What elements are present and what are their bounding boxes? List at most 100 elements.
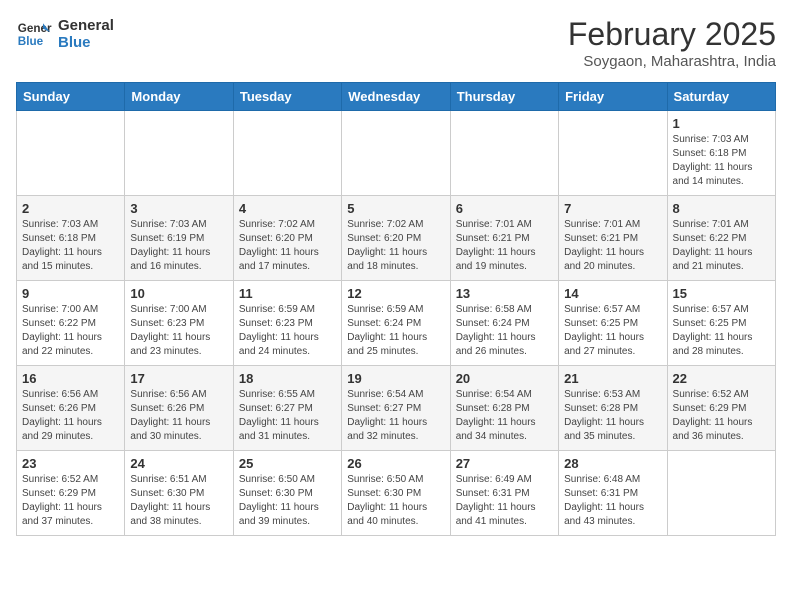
- day-of-week-header: Sunday: [17, 83, 125, 111]
- day-info: Sunrise: 7:02 AM Sunset: 6:20 PM Dayligh…: [347, 218, 444, 274]
- day-info: Sunrise: 7:01 AM Sunset: 6:21 PM Dayligh…: [564, 218, 661, 274]
- location-title: Soygaon, Maharashtra, India: [568, 53, 776, 70]
- calendar-cell: [667, 451, 775, 536]
- day-info: Sunrise: 7:03 AM Sunset: 6:19 PM Dayligh…: [130, 218, 227, 274]
- calendar-week-row: 1 Sunrise: 7:03 AM Sunset: 6:18 PM Daylig…: [17, 111, 776, 196]
- day-of-week-header: Monday: [125, 83, 233, 111]
- day-number: 22: [673, 371, 770, 386]
- calendar-week-row: 2Sunrise: 7:03 AM Sunset: 6:18 PM Daylig…: [17, 196, 776, 281]
- day-info: Sunrise: 6:57 AM Sunset: 6:25 PM Dayligh…: [564, 303, 661, 359]
- calendar-cell: [125, 111, 233, 196]
- day-info: Sunrise: 7:02 AM Sunset: 6:20 PM Dayligh…: [239, 218, 336, 274]
- calendar-cell: 2Sunrise: 7:03 AM Sunset: 6:18 PM Daylig…: [17, 196, 125, 281]
- day-number: 23: [22, 456, 119, 471]
- day-number: 18: [239, 371, 336, 386]
- day-info: Sunrise: 6:59 AM Sunset: 6:23 PM Dayligh…: [239, 303, 336, 359]
- day-info: Sunrise: 6:57 AM Sunset: 6:25 PM Dayligh…: [673, 303, 770, 359]
- day-number: 21: [564, 371, 661, 386]
- day-info: Sunrise: 6:50 AM Sunset: 6:30 PM Dayligh…: [239, 473, 336, 529]
- day-info: Sunrise: 6:59 AM Sunset: 6:24 PM Dayligh…: [347, 303, 444, 359]
- day-of-week-header: Tuesday: [233, 83, 341, 111]
- calendar-table: SundayMondayTuesdayWednesdayThursdayFrid…: [16, 82, 776, 536]
- calendar-cell: 8 Sunrise: 7:01 AM Sunset: 6:22 PM Daylig…: [667, 196, 775, 281]
- day-info: Sunrise: 6:56 AM Sunset: 6:26 PM Dayligh…: [22, 388, 119, 444]
- calendar-cell: 10 Sunrise: 7:00 AM Sunset: 6:23 PM Dayli…: [125, 281, 233, 366]
- day-of-week-header: Friday: [559, 83, 667, 111]
- calendar-cell: 6 Sunrise: 7:01 AM Sunset: 6:21 PM Daylig…: [450, 196, 558, 281]
- calendar-cell: 19 Sunrise: 6:54 AM Sunset: 6:27 PM Dayli…: [342, 366, 450, 451]
- day-of-week-header: Saturday: [667, 83, 775, 111]
- day-number: 16: [22, 371, 119, 386]
- calendar-cell: 18 Sunrise: 6:55 AM Sunset: 6:27 PM Dayli…: [233, 366, 341, 451]
- day-info: Sunrise: 7:03 AM Sunset: 6:18 PM Dayligh…: [22, 218, 119, 274]
- svg-text:Blue: Blue: [18, 35, 44, 48]
- day-number: 17: [130, 371, 227, 386]
- month-title: February 2025: [568, 16, 776, 53]
- calendar-cell: [342, 111, 450, 196]
- day-number: 25: [239, 456, 336, 471]
- calendar-week-row: 23 Sunrise: 6:52 AM Sunset: 6:29 PM Dayli…: [17, 451, 776, 536]
- page-header: General Blue GeneralBlue February 2025 S…: [16, 16, 776, 70]
- day-number: 4: [239, 201, 336, 216]
- calendar-cell: [450, 111, 558, 196]
- calendar-cell: 13Sunrise: 6:58 AM Sunset: 6:24 PM Dayli…: [450, 281, 558, 366]
- day-number: 14: [564, 286, 661, 301]
- day-number: 8: [673, 201, 770, 216]
- day-info: Sunrise: 6:52 AM Sunset: 6:29 PM Dayligh…: [673, 388, 770, 444]
- day-number: 10: [130, 286, 227, 301]
- calendar-cell: 9 Sunrise: 7:00 AM Sunset: 6:22 PM Daylig…: [17, 281, 125, 366]
- calendar-week-row: 9 Sunrise: 7:00 AM Sunset: 6:22 PM Daylig…: [17, 281, 776, 366]
- day-info: Sunrise: 7:00 AM Sunset: 6:22 PM Dayligh…: [22, 303, 119, 359]
- day-number: 11: [239, 286, 336, 301]
- day-number: 1: [673, 116, 770, 131]
- day-info: Sunrise: 6:54 AM Sunset: 6:27 PM Dayligh…: [347, 388, 444, 444]
- logo-text: GeneralBlue: [58, 17, 114, 51]
- calendar-cell: 22 Sunrise: 6:52 AM Sunset: 6:29 PM Dayli…: [667, 366, 775, 451]
- calendar-cell: 14 Sunrise: 6:57 AM Sunset: 6:25 PM Dayli…: [559, 281, 667, 366]
- calendar-week-row: 16 Sunrise: 6:56 AM Sunset: 6:26 PM Dayli…: [17, 366, 776, 451]
- day-info: Sunrise: 7:01 AM Sunset: 6:22 PM Dayligh…: [673, 218, 770, 274]
- calendar-cell: [559, 111, 667, 196]
- day-number: 26: [347, 456, 444, 471]
- day-info: Sunrise: 6:55 AM Sunset: 6:27 PM Dayligh…: [239, 388, 336, 444]
- day-info: Sunrise: 7:00 AM Sunset: 6:23 PM Dayligh…: [130, 303, 227, 359]
- calendar-cell: 24 Sunrise: 6:51 AM Sunset: 6:30 PM Dayli…: [125, 451, 233, 536]
- logo: General Blue GeneralBlue: [16, 16, 114, 52]
- day-number: 3: [130, 201, 227, 216]
- day-info: Sunrise: 6:56 AM Sunset: 6:26 PM Dayligh…: [130, 388, 227, 444]
- calendar-cell: 4 Sunrise: 7:02 AM Sunset: 6:20 PM Daylig…: [233, 196, 341, 281]
- calendar-cell: 11 Sunrise: 6:59 AM Sunset: 6:23 PM Dayli…: [233, 281, 341, 366]
- calendar-header-row: SundayMondayTuesdayWednesdayThursdayFrid…: [17, 83, 776, 111]
- day-number: 20: [456, 371, 553, 386]
- day-info: Sunrise: 7:03 AM Sunset: 6:18 PM Dayligh…: [673, 133, 770, 189]
- day-of-week-header: Thursday: [450, 83, 558, 111]
- day-info: Sunrise: 6:50 AM Sunset: 6:30 PM Dayligh…: [347, 473, 444, 529]
- day-number: 27: [456, 456, 553, 471]
- calendar-cell: 25 Sunrise: 6:50 AM Sunset: 6:30 PM Dayli…: [233, 451, 341, 536]
- day-number: 6: [456, 201, 553, 216]
- day-number: 7: [564, 201, 661, 216]
- calendar-cell: 16 Sunrise: 6:56 AM Sunset: 6:26 PM Dayli…: [17, 366, 125, 451]
- day-number: 12: [347, 286, 444, 301]
- day-number: 9: [22, 286, 119, 301]
- calendar-cell: 20Sunrise: 6:54 AM Sunset: 6:28 PM Dayli…: [450, 366, 558, 451]
- day-number: 28: [564, 456, 661, 471]
- day-number: 24: [130, 456, 227, 471]
- calendar-cell: [233, 111, 341, 196]
- calendar-cell: 1 Sunrise: 7:03 AM Sunset: 6:18 PM Daylig…: [667, 111, 775, 196]
- day-info: Sunrise: 6:51 AM Sunset: 6:30 PM Dayligh…: [130, 473, 227, 529]
- day-number: 15: [673, 286, 770, 301]
- day-number: 5: [347, 201, 444, 216]
- calendar-cell: 15 Sunrise: 6:57 AM Sunset: 6:25 PM Dayli…: [667, 281, 775, 366]
- calendar-cell: 3 Sunrise: 7:03 AM Sunset: 6:19 PM Daylig…: [125, 196, 233, 281]
- day-info: Sunrise: 7:01 AM Sunset: 6:21 PM Dayligh…: [456, 218, 553, 274]
- calendar-cell: 27Sunrise: 6:49 AM Sunset: 6:31 PM Dayli…: [450, 451, 558, 536]
- day-info: Sunrise: 6:48 AM Sunset: 6:31 PM Dayligh…: [564, 473, 661, 529]
- day-info: Sunrise: 6:52 AM Sunset: 6:29 PM Dayligh…: [22, 473, 119, 529]
- day-number: 19: [347, 371, 444, 386]
- day-of-week-header: Wednesday: [342, 83, 450, 111]
- calendar-cell: 26 Sunrise: 6:50 AM Sunset: 6:30 PM Dayli…: [342, 451, 450, 536]
- day-info: Sunrise: 6:53 AM Sunset: 6:28 PM Dayligh…: [564, 388, 661, 444]
- calendar-cell: 21 Sunrise: 6:53 AM Sunset: 6:28 PM Dayli…: [559, 366, 667, 451]
- calendar-cell: 5 Sunrise: 7:02 AM Sunset: 6:20 PM Daylig…: [342, 196, 450, 281]
